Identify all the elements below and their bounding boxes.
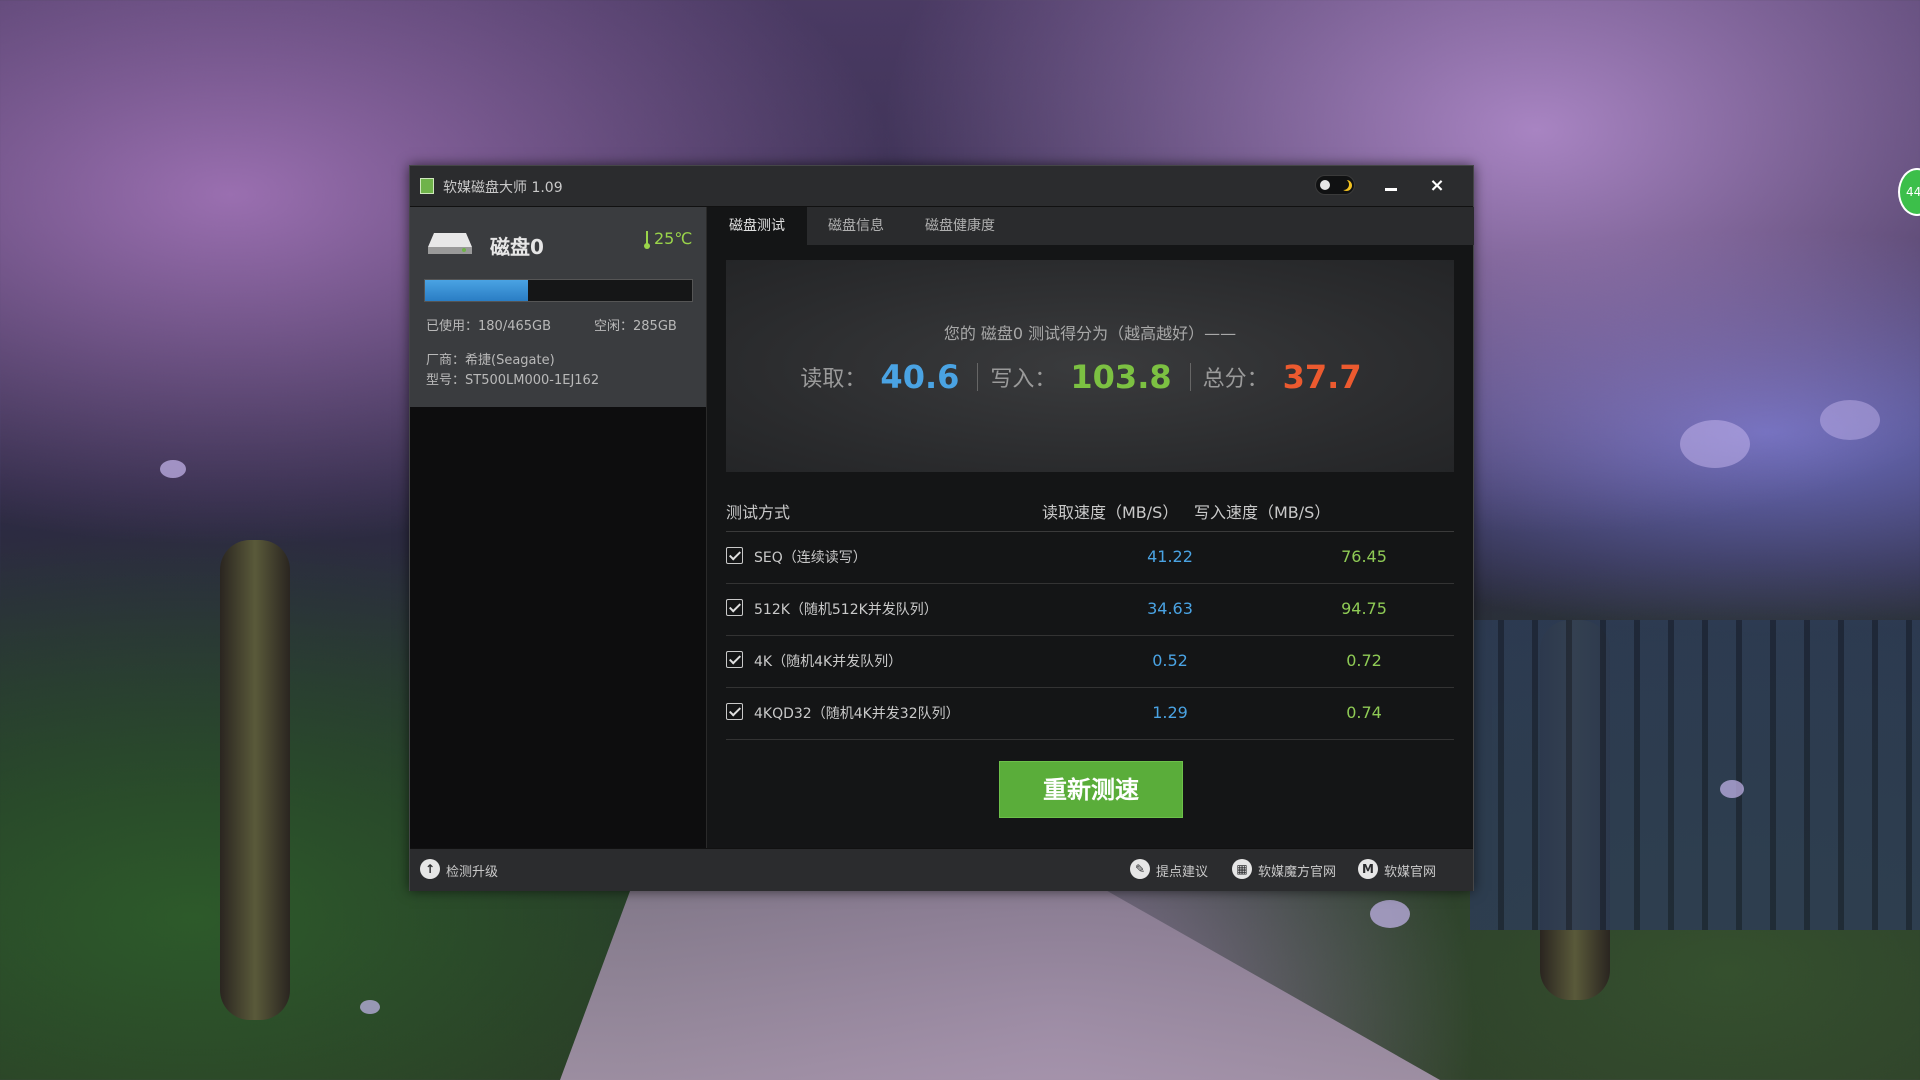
header-read-speed: 读取速度（MB/S）: [1042, 503, 1179, 522]
score-row: 读取： 40.6 写入： 103.8 总分： 37.7: [726, 358, 1454, 396]
upgrade-icon[interactable]: ↑: [420, 859, 440, 879]
fence: [1470, 620, 1920, 930]
total-score-label: 总分：: [1202, 367, 1269, 392]
main-panel: 磁盘测试 磁盘信息 磁盘健康度 您的 磁盘0 测试得分为（越高越好）—— 读取：…: [706, 207, 1474, 848]
desktop-widget-badge[interactable]: 44: [1898, 168, 1920, 216]
window-title: 软媒磁盘大师 1.09: [443, 180, 563, 196]
tree-trunk: [1540, 620, 1610, 1000]
sun-icon: [1320, 180, 1330, 190]
petal: [160, 460, 186, 478]
row-checkbox[interactable]: [726, 547, 743, 564]
disk-temperature: 25℃: [654, 229, 693, 248]
score-divider: [1189, 363, 1191, 391]
test-method: 4K（随机4K并发队列）: [754, 654, 903, 670]
results-table: 测试方式 读取速度（MB/S） 写入速度（MB/S） SEQ（连续读写） 41.…: [726, 487, 1454, 740]
write-speed: 0.72: [1346, 651, 1382, 670]
tab-disk-health[interactable]: 磁盘健康度: [905, 207, 1015, 245]
read-score-label: 读取：: [800, 367, 867, 392]
write-speed: 94.75: [1341, 599, 1387, 618]
table-row: 4KQD32（随机4K并发32队列） 1.29 0.74: [726, 688, 1454, 740]
read-speed: 0.52: [1152, 651, 1188, 670]
app-icon: [420, 178, 434, 194]
read-speed: 41.22: [1147, 547, 1193, 566]
title-bar[interactable]: 软媒磁盘大师 1.09 ×: [410, 166, 1473, 207]
read-score-value: 40.6: [880, 358, 960, 396]
table-row: 512K（随机512K并发队列） 34.63 94.75: [726, 584, 1454, 636]
minimize-button[interactable]: [1379, 174, 1403, 198]
retest-button[interactable]: 重新测速: [999, 761, 1183, 818]
free-space-label: 空闲：285GB: [594, 319, 677, 334]
write-speed: 0.74: [1346, 703, 1382, 722]
suggestion-link[interactable]: 提点建议: [1156, 861, 1208, 880]
header-write-speed: 写入速度（MB/S）: [1194, 503, 1331, 522]
cube-site-icon[interactable]: ▦: [1232, 859, 1252, 879]
row-checkbox[interactable]: [726, 651, 743, 668]
write-score-value: 103.8: [1070, 358, 1172, 396]
petal: [1680, 420, 1750, 468]
table-header: 测试方式 读取速度（MB/S） 写入速度（MB/S）: [726, 487, 1454, 532]
petal: [1820, 400, 1880, 440]
row-checkbox[interactable]: [726, 703, 743, 720]
disk-usage-fill: [425, 280, 529, 301]
tab-disk-info[interactable]: 磁盘信息: [811, 207, 901, 245]
disk-card[interactable]: 磁盘0 25℃ 已使用：180/465GB 空闲：285GB 厂商：希捷(Sea…: [410, 207, 706, 407]
disk-vendor: 厂商：希捷(Seagate): [426, 353, 555, 368]
hard-disk-icon: [428, 233, 472, 254]
table-row: SEQ（连续读写） 41.22 76.45: [726, 532, 1454, 584]
disk-usage-bar: [424, 279, 693, 302]
score-divider: [977, 363, 979, 391]
read-speed: 34.63: [1147, 599, 1193, 618]
thermometer-icon: [644, 231, 650, 249]
footer-bar: ↑ 检测升级 ✎ 提点建议 ▦ 软媒魔方官网 M 软媒官网: [410, 848, 1473, 891]
test-method: 4KQD32（随机4K并发32队列）: [754, 706, 960, 722]
test-method: SEQ（连续读写）: [754, 550, 867, 566]
table-row: 4K（随机4K并发队列） 0.52 0.72: [726, 636, 1454, 688]
score-caption: 您的 磁盘0 测试得分为（越高越好）——: [943, 324, 1237, 343]
read-speed: 1.29: [1152, 703, 1188, 722]
close-button[interactable]: ×: [1425, 174, 1449, 198]
check-upgrade-link[interactable]: 检测升级: [446, 861, 498, 880]
tree-trunk: [220, 540, 290, 1020]
garden-path: [560, 890, 1440, 1080]
app-window: 软媒磁盘大师 1.09 × 磁盘0 25℃ 已使用：180/465GB 空闲：2…: [409, 165, 1474, 891]
disk-model: 型号：ST500LM000-1EJ162: [426, 373, 600, 388]
tab-disk-test[interactable]: 磁盘测试: [707, 207, 807, 245]
tab-bar: 磁盘测试 磁盘信息 磁盘健康度: [707, 207, 1474, 245]
ruanmei-logo-icon[interactable]: M: [1358, 859, 1378, 879]
petal: [1370, 900, 1410, 928]
header-method: 测试方式: [726, 503, 791, 522]
test-method: 512K（随机512K并发队列）: [754, 602, 938, 618]
row-checkbox[interactable]: [726, 599, 743, 616]
disk-name: 磁盘0: [490, 235, 544, 259]
write-speed: 76.45: [1341, 547, 1387, 566]
official-site-link[interactable]: 软媒官网: [1384, 861, 1436, 880]
moon-icon: [1338, 179, 1349, 190]
suggestion-icon[interactable]: ✎: [1130, 859, 1150, 879]
cube-site-link[interactable]: 软媒魔方官网: [1258, 861, 1336, 880]
total-score-value: 37.7: [1282, 358, 1362, 396]
disk-list-panel: 磁盘0 25℃ 已使用：180/465GB 空闲：285GB 厂商：希捷(Sea…: [410, 207, 706, 848]
used-space-label: 已使用：180/465GB: [426, 319, 551, 334]
write-score-label: 写入：: [990, 367, 1057, 392]
petal: [360, 1000, 380, 1014]
theme-toggle[interactable]: [1315, 175, 1355, 195]
score-summary: 您的 磁盘0 测试得分为（越高越好）—— 读取： 40.6 写入： 103.8 总分： 3…: [726, 260, 1454, 472]
petal: [1720, 780, 1744, 798]
